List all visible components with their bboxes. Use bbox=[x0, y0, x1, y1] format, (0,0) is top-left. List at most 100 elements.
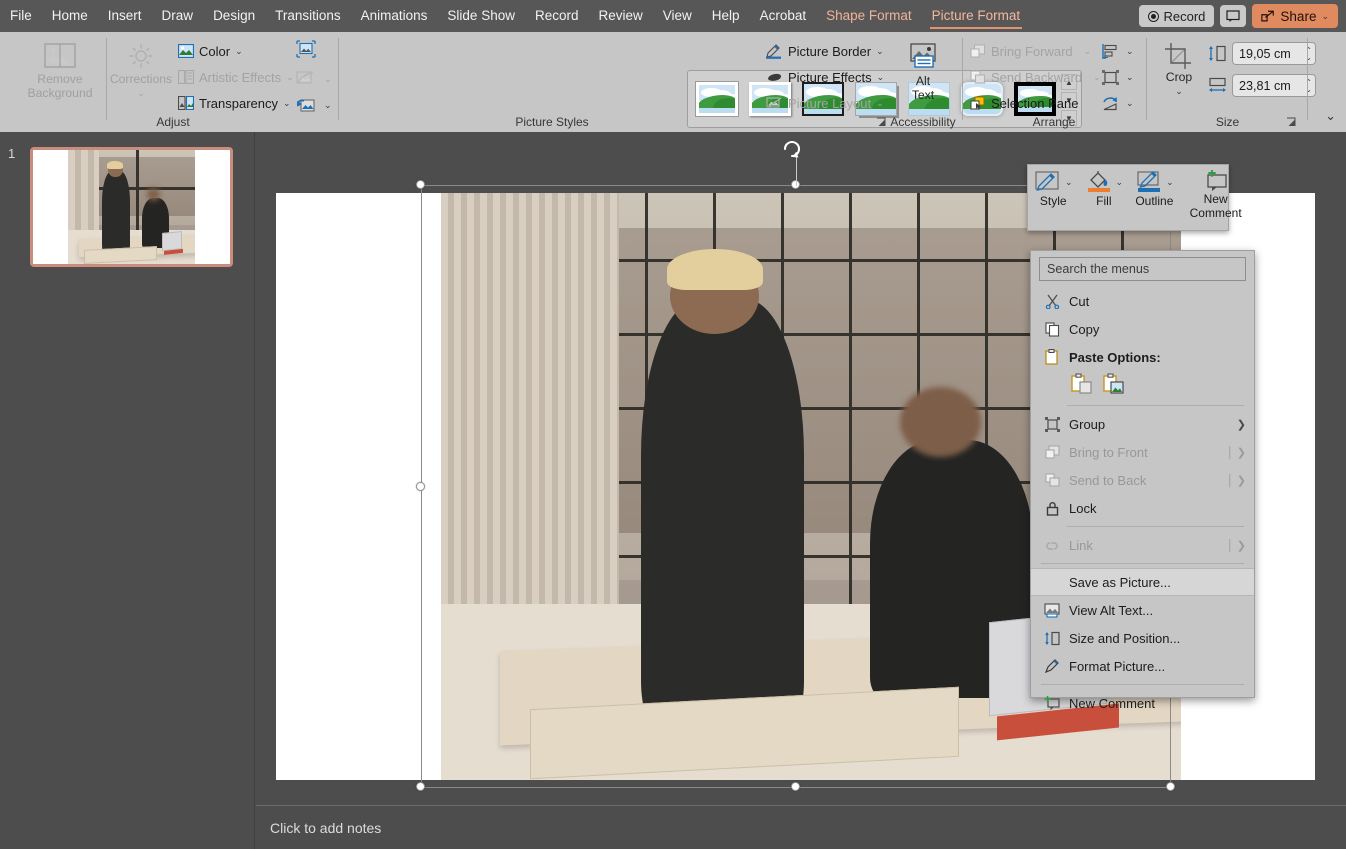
fill-color-swatch bbox=[1087, 188, 1110, 192]
compress-pictures-button[interactable] bbox=[296, 40, 316, 58]
lock-icon bbox=[1041, 501, 1063, 516]
picture-layout-button[interactable]: Picture Layout ⌄ bbox=[766, 92, 884, 114]
comments-button[interactable] bbox=[1220, 5, 1247, 27]
shape-height-value: 19,05 cm bbox=[1239, 46, 1291, 61]
share-button[interactable]: Share ⌄ bbox=[1252, 4, 1338, 28]
link-icon bbox=[1041, 538, 1063, 553]
menu-item-review[interactable]: Review bbox=[589, 0, 653, 32]
mini-toolbar-new-comment-button[interactable]: New Comment bbox=[1184, 165, 1248, 230]
mini-toolbar-style-label: Style bbox=[1039, 194, 1067, 208]
crop-label: Crop bbox=[1165, 70, 1193, 84]
ribbon-group-label-size: Size bbox=[1215, 115, 1240, 129]
menu-item-shape-format[interactable]: Shape Format bbox=[816, 0, 922, 32]
remove-background-button[interactable]: Remove Background bbox=[20, 38, 100, 100]
resize-handle-top-left[interactable] bbox=[416, 180, 425, 189]
dialog-launcher-icon bbox=[1287, 117, 1296, 126]
send-backward-button[interactable]: Send Backward ⌄ bbox=[970, 66, 1101, 88]
picture-style-0[interactable] bbox=[693, 78, 741, 120]
menu-item-picture-format[interactable]: Picture Format bbox=[922, 0, 1031, 32]
reset-picture-button[interactable]: ⌄ bbox=[296, 94, 332, 116]
menu-item-acrobat[interactable]: Acrobat bbox=[750, 0, 817, 32]
context-menu-item-cut[interactable]: Cut bbox=[1031, 287, 1254, 315]
chevron-down-icon: ⌄ bbox=[137, 88, 145, 98]
menu-item-home[interactable]: Home bbox=[42, 0, 98, 32]
resize-handle-bottom-left[interactable] bbox=[416, 782, 425, 791]
shape-width-icon bbox=[1209, 77, 1226, 92]
bring-to-front-icon bbox=[1041, 444, 1063, 460]
shape-width-input[interactable]: 23,81 cm ⌃ ⌄ bbox=[1232, 74, 1316, 97]
context-menu-item-format-picture[interactable]: Format Picture... bbox=[1031, 652, 1254, 680]
color-label: Color bbox=[199, 43, 231, 59]
size-dialog-launcher[interactable] bbox=[1286, 117, 1297, 128]
menu-item-record[interactable]: Record bbox=[525, 0, 589, 32]
menu-item-file[interactable]: File bbox=[0, 0, 42, 32]
menu-item-help[interactable]: Help bbox=[702, 0, 750, 32]
menu-item-slide-show[interactable]: Slide Show bbox=[437, 0, 525, 32]
thumbnail-photo bbox=[68, 150, 195, 264]
bring-forward-label: Bring Forward bbox=[991, 43, 1073, 59]
context-menu-label-save-as-picture: Save as Picture... bbox=[1069, 574, 1171, 590]
resize-handle-bottom-center[interactable] bbox=[791, 782, 800, 791]
ribbon-group-picture-format-buttons: Picture Border ⌄ Picture Effects ⌄ Pictu… bbox=[760, 32, 890, 132]
rotate-button[interactable]: ⌄ bbox=[1102, 92, 1134, 114]
chevron-down-icon: ⌄ bbox=[283, 97, 291, 108]
menu-item-draw[interactable]: Draw bbox=[152, 0, 204, 32]
artistic-effects-button[interactable]: Artistic Effects ⌄ bbox=[178, 66, 294, 88]
color-button[interactable]: Color ⌄ bbox=[178, 40, 243, 62]
bring-forward-icon bbox=[970, 43, 986, 58]
menu-item-insert[interactable]: Insert bbox=[98, 0, 152, 32]
accessibility-dialog-launcher[interactable] bbox=[876, 117, 887, 128]
context-menu-label-format-picture: Format Picture... bbox=[1069, 658, 1166, 674]
menu-item-animations[interactable]: Animations bbox=[351, 0, 438, 32]
shape-height-icon bbox=[1209, 45, 1226, 62]
change-picture-icon bbox=[296, 71, 314, 84]
bring-forward-button[interactable]: Bring Forward ⌄ bbox=[970, 40, 1091, 62]
selection-pane-button[interactable]: Selection Pane bbox=[970, 92, 1078, 114]
context-menu-item-new-comment[interactable]: New Comment bbox=[1031, 689, 1254, 717]
mini-toolbar-style-button[interactable]: ⌄ Style bbox=[1028, 165, 1079, 230]
group-button[interactable]: ⌄ bbox=[1102, 66, 1134, 88]
new-comment-icon bbox=[1206, 170, 1227, 191]
outline-color-swatch bbox=[1138, 188, 1161, 192]
alt-text-label-line2: Text bbox=[911, 88, 935, 102]
context-menu-item-copy[interactable]: Copy bbox=[1031, 315, 1254, 343]
mini-toolbar-outline-button[interactable]: ⌄ Outline bbox=[1129, 165, 1180, 230]
artistic-effects-icon bbox=[178, 70, 194, 84]
crop-button[interactable]: Crop ⌄ bbox=[1156, 38, 1202, 98]
paste-picture-button[interactable] bbox=[1103, 373, 1125, 395]
resize-handle-middle-left[interactable] bbox=[416, 482, 425, 491]
paste-keep-source-formatting-button[interactable] bbox=[1071, 373, 1093, 395]
notes-pane[interactable]: Click to add notes bbox=[256, 805, 1346, 849]
mini-toolbar-fill-button[interactable]: ⌄ Fill bbox=[1079, 165, 1130, 230]
context-menu-label-lock: Lock bbox=[1069, 500, 1097, 516]
menu-item-view[interactable]: View bbox=[653, 0, 702, 32]
color-icon bbox=[178, 44, 194, 58]
resize-handle-bottom-right[interactable] bbox=[1166, 782, 1175, 791]
picture-effects-button[interactable]: Picture Effects ⌄ bbox=[766, 66, 884, 88]
slide-thumbnail-1[interactable] bbox=[30, 147, 233, 267]
submenu-arrow-icon: │ ❯ bbox=[1226, 539, 1246, 552]
rotate-handle[interactable] bbox=[783, 140, 801, 186]
collapse-ribbon-button[interactable]: ⌄ bbox=[1325, 108, 1336, 124]
transparency-button[interactable]: Transparency ⌄ bbox=[178, 92, 291, 114]
copy-icon bbox=[1041, 321, 1063, 337]
picture-layout-icon bbox=[766, 96, 782, 108]
align-button[interactable]: ⌄ bbox=[1102, 40, 1134, 62]
alt-text-button[interactable]: Alt Text bbox=[893, 38, 953, 102]
menu-item-design[interactable]: Design bbox=[203, 0, 265, 32]
search-the-menus-input[interactable]: Search the menus bbox=[1039, 257, 1246, 281]
context-menu-item-save-as-picture[interactable]: Save as Picture... bbox=[1031, 568, 1254, 596]
corrections-button[interactable]: Corrections ⌄ bbox=[110, 38, 172, 100]
ribbon-group-size: Crop ⌄ 19,05 cm ⌃ ⌄ 23,81 cm ⌃ ⌄ Size bbox=[1150, 32, 1316, 132]
record-button[interactable]: Record bbox=[1138, 5, 1215, 27]
shape-height-input[interactable]: 19,05 cm ⌃ ⌄ bbox=[1232, 42, 1316, 65]
change-picture-button[interactable]: ⌄ bbox=[296, 68, 332, 90]
context-menu-item-group[interactable]: Group ❯ bbox=[1031, 410, 1254, 438]
send-backward-label: Send Backward bbox=[991, 69, 1083, 85]
menu-item-transitions[interactable]: Transitions bbox=[265, 0, 351, 32]
context-menu-item-lock[interactable]: Lock bbox=[1031, 494, 1254, 522]
picture-border-button[interactable]: Picture Border ⌄ bbox=[766, 40, 884, 62]
context-menu-item-view-alt-text[interactable]: View Alt Text... bbox=[1031, 596, 1254, 624]
context-menu-item-size-and-position[interactable]: Size and Position... bbox=[1031, 624, 1254, 652]
menu-bar: File Home Insert Draw Design Transitions… bbox=[0, 0, 1346, 32]
